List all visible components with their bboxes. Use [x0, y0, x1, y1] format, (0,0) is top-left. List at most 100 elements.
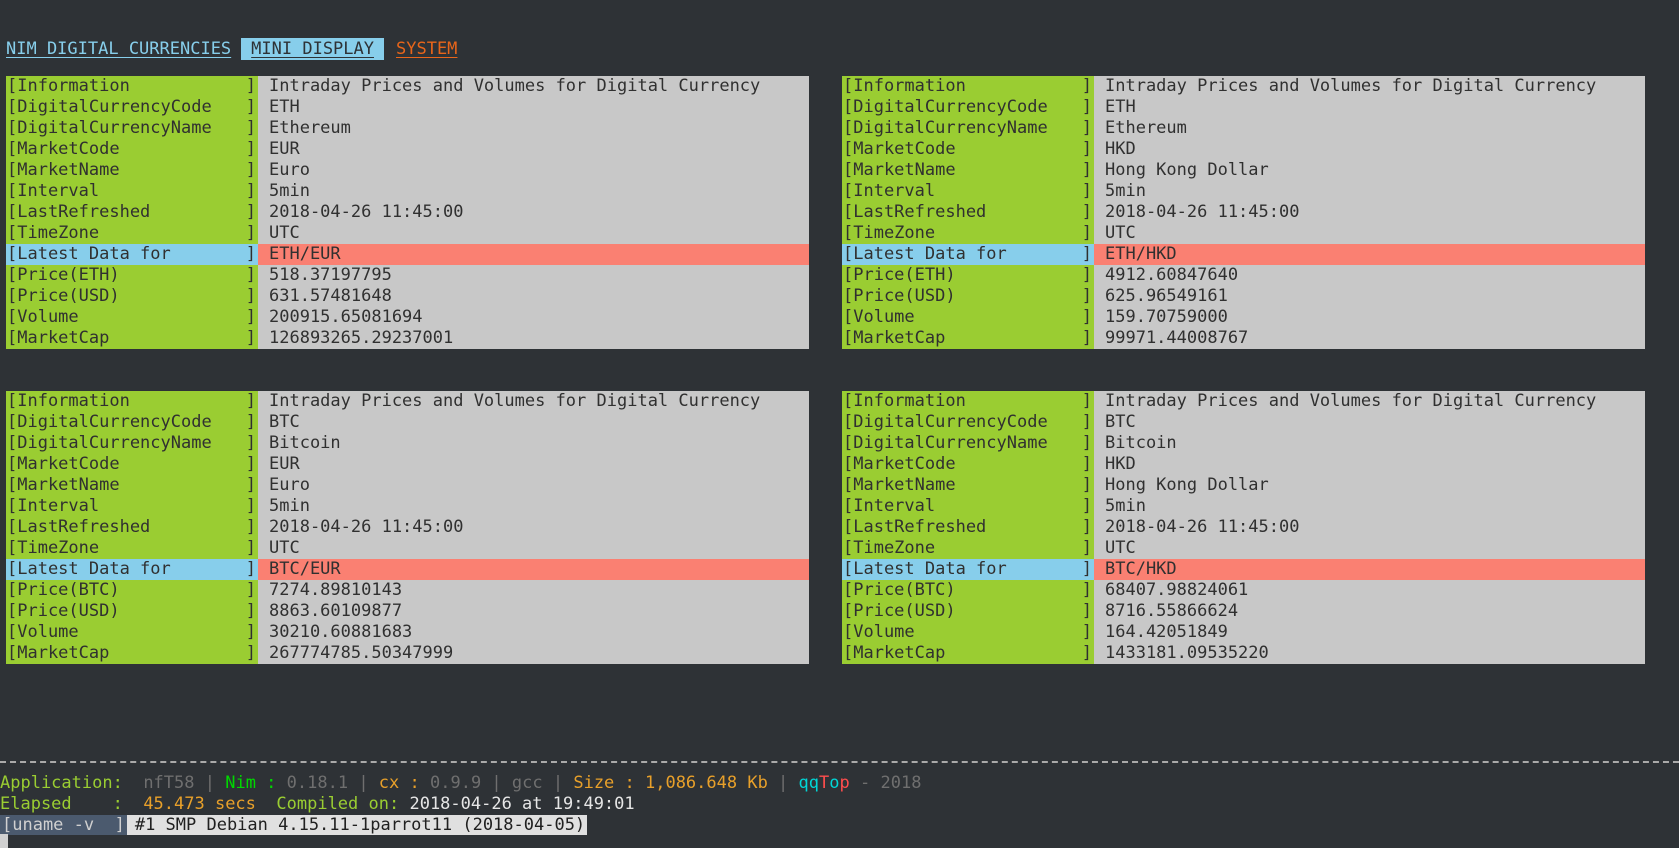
row-label-bracket: ]	[1081, 97, 1092, 117]
row-label: [DigitalCurrencyCode]	[842, 412, 1094, 433]
row-label-text: [DigitalCurrencyCode	[7, 97, 212, 117]
panel-row: [MarketName] Hong Kong Dollar	[842, 475, 1645, 496]
row-label-bracket: ]	[1081, 223, 1092, 243]
row-label: [TimeZone]	[6, 538, 258, 559]
row-label-text: [Price(ETH)	[7, 265, 120, 285]
row-value: 5min	[1094, 496, 1645, 517]
row-value: 2018-04-26 11:45:00	[258, 517, 809, 538]
row-label: [TimeZone]	[842, 538, 1094, 559]
panel-row: [Latest Data for] BTC/HKD	[842, 559, 1645, 580]
tab-mini-display[interactable]: MINI DISPLAY	[241, 38, 384, 60]
row-value: HKD	[1094, 454, 1645, 475]
tab-nim-digital-currencies[interactable]: NIM DIGITAL CURRENCIES	[6, 38, 241, 60]
row-label-text: [Interval	[843, 181, 936, 201]
row-value: Hong Kong Dollar	[1094, 160, 1645, 181]
row-label-text: [DigitalCurrencyCode	[7, 412, 212, 432]
panel-row: [TimeZone] UTC	[842, 538, 1645, 559]
row-label-text: [DigitalCurrencyName	[843, 118, 1048, 138]
row-label: [Information]	[842, 76, 1094, 97]
row-label-bracket: ]	[1081, 496, 1092, 516]
row-value: UTC	[258, 223, 809, 244]
row-value: UTC	[258, 538, 809, 559]
row-value: Ethereum	[1094, 118, 1645, 139]
brand-o: o	[829, 773, 840, 793]
row-label: [Price(ETH)]	[842, 265, 1094, 286]
row-value: 99971.44008767	[1094, 328, 1645, 349]
row-label-text: [Information	[843, 76, 966, 96]
panel-row: [LastRefreshed] 2018-04-26 11:45:00	[842, 202, 1645, 223]
row-label: [LastRefreshed]	[6, 517, 258, 538]
row-value: 30210.60881683	[258, 622, 809, 643]
row-label: [Price(ETH)]	[6, 265, 258, 286]
row-label-text: [Price(BTC)	[7, 580, 120, 600]
row-label-text: [DigitalCurrencyName	[7, 118, 212, 138]
row-label-text: [DigitalCurrencyName	[843, 433, 1048, 453]
row-label-bracket: ]	[1081, 538, 1092, 558]
row-label: [MarketCode]	[6, 139, 258, 160]
row-label-text: [LastRefreshed	[7, 202, 151, 222]
panel-row: [TimeZone] UTC	[6, 538, 809, 559]
row-label-text: [Interval	[7, 496, 100, 516]
row-label: [DigitalCurrencyCode]	[6, 412, 258, 433]
row-label-bracket: ]	[245, 223, 256, 243]
elapsed-label: Elapsed :	[0, 794, 123, 814]
panel-row: [Price(USD)] 631.57481648	[6, 286, 809, 307]
row-label: [Information]	[6, 76, 258, 97]
row-label-bracket: ]	[1081, 412, 1092, 432]
row-value: 5min	[258, 181, 809, 202]
row-label-bracket: ]	[245, 475, 256, 495]
tab-system[interactable]: SYSTEM	[384, 38, 467, 60]
row-value: EUR	[258, 454, 809, 475]
row-label-bracket: ]	[1081, 391, 1092, 411]
uname-label: [uname -v ]	[0, 815, 127, 835]
row-value: 518.37197795	[258, 265, 809, 286]
row-label: [Latest Data for]	[6, 244, 258, 265]
row-label-bracket: ]	[1081, 202, 1092, 222]
row-label-bracket: ]	[1081, 475, 1092, 495]
row-value: UTC	[1094, 538, 1645, 559]
row-label-bracket: ]	[245, 244, 256, 264]
cx-version: 0.9.9	[430, 773, 482, 793]
row-label-bracket: ]	[245, 643, 256, 663]
panel-row: [TimeZone] UTC	[842, 223, 1645, 244]
row-label: [Information]	[842, 391, 1094, 412]
row-label-text: [Information	[7, 391, 130, 411]
row-label-text: [MarketCap	[843, 643, 946, 663]
row-label-text: [Latest Data for	[7, 559, 171, 579]
row-label-text: [TimeZone	[843, 223, 936, 243]
panel-row: [Price(USD)] 625.96549161	[842, 286, 1645, 307]
row-label-bracket: ]	[245, 265, 256, 285]
currency-panel-btc-hkd: [Information] Intraday Prices and Volumes…	[842, 391, 1645, 664]
row-value: EUR	[258, 139, 809, 160]
brand-p: p	[839, 773, 850, 793]
panel-row: [LastRefreshed] 2018-04-26 11:45:00	[6, 202, 809, 223]
row-label-text: [MarketCode	[843, 454, 956, 474]
row-value: Bitcoin	[258, 433, 809, 454]
row-label-text: [MarketCode	[7, 454, 120, 474]
panel-row: [MarketCap] 99971.44008767	[842, 328, 1645, 349]
row-label-text: [MarketCap	[843, 328, 946, 348]
compiled-value: 2018-04-26 at 19:49:01	[409, 794, 635, 814]
row-label-text: [Latest Data for	[843, 559, 1007, 579]
panel-row: [Information] Intraday Prices and Volumes…	[842, 76, 1645, 97]
row-value: 200915.65081694	[258, 307, 809, 328]
row-label-bracket: ]	[245, 139, 256, 159]
row-label: [Interval]	[842, 496, 1094, 517]
panel-row: [Volume] 164.42051849	[842, 622, 1645, 643]
panel-row: [Price(BTC)] 68407.98824061	[842, 580, 1645, 601]
row-label-text: [Price(ETH)	[843, 265, 956, 285]
row-label: [MarketName]	[6, 160, 258, 181]
row-label-text: [TimeZone	[843, 538, 936, 558]
row-value: BTC/HKD	[1094, 559, 1645, 580]
panel-row: [Latest Data for] ETH/HKD	[842, 244, 1645, 265]
row-label: [Price(USD)]	[842, 601, 1094, 622]
row-label-text: [MarketCode	[7, 139, 120, 159]
panel-row: [MarketName] Euro	[6, 160, 809, 181]
panel-row: [Information] Intraday Prices and Volumes…	[6, 391, 809, 412]
panel-row: [Interval] 5min	[842, 181, 1645, 202]
panel-row: [Interval] 5min	[6, 181, 809, 202]
row-label-text: [Price(USD)	[7, 286, 120, 306]
row-label: [Price(USD)]	[6, 601, 258, 622]
compiled-label: Compiled on:	[276, 794, 400, 814]
currency-panel-eth-eur: [Information] Intraday Prices and Volumes…	[6, 76, 809, 349]
